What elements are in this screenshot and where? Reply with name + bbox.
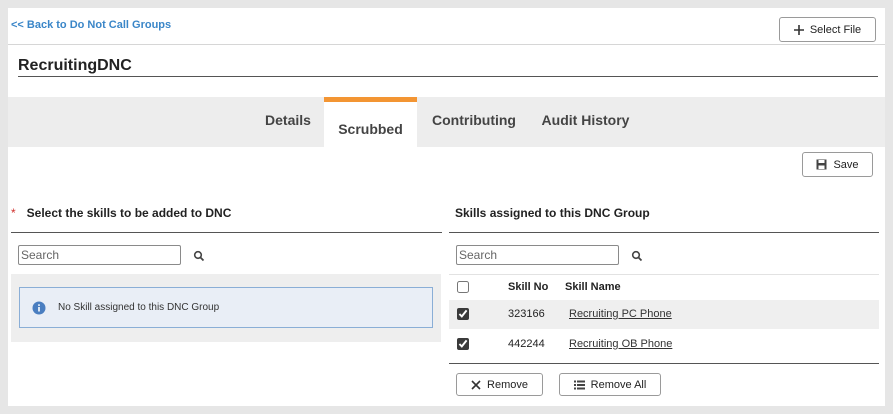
tab-scrubbed[interactable]: Scrubbed: [324, 97, 417, 147]
assigned-skills-heading: Skills assigned to this DNC Group: [455, 206, 650, 220]
left-heading-divider: [11, 232, 442, 233]
tab-audit-history[interactable]: Audit History: [533, 97, 638, 147]
available-skills-heading: * Select the skills to be added to DNC: [11, 206, 231, 220]
select-all-checkbox[interactable]: [457, 281, 469, 293]
empty-skills-info-box: No Skill assigned to this DNC Group: [19, 287, 433, 328]
available-skills-heading-text: Select the skills to be added to DNC: [26, 206, 232, 220]
remove-all-button[interactable]: Remove All: [559, 373, 661, 396]
skill-no-cell: 442244: [508, 338, 545, 350]
skill-no-cell: 323166: [508, 308, 545, 320]
save-button[interactable]: Save: [802, 152, 873, 177]
tab-bar: Details Scrubbed Contributing Audit Hist…: [8, 97, 885, 147]
skill-name-link[interactable]: Recruiting OB Phone: [569, 338, 672, 350]
row-checkbox[interactable]: [457, 338, 469, 350]
assigned-skills-search-input[interactable]: [456, 245, 619, 265]
table-top-divider: [449, 274, 879, 275]
tab-details[interactable]: Details: [253, 97, 323, 147]
tab-contributing[interactable]: Contributing: [419, 97, 529, 147]
right-heading-divider: [449, 232, 879, 233]
row-checkbox[interactable]: [457, 308, 469, 320]
required-marker: *: [11, 206, 16, 220]
select-file-label: Select File: [809, 23, 862, 36]
remove-button[interactable]: Remove: [456, 373, 543, 396]
page-container: << Back to Do Not Call Groups Select Fil…: [8, 8, 885, 406]
remove-all-label: Remove All: [590, 378, 647, 391]
header-divider: [8, 44, 885, 45]
table-row: 442244 Recruiting OB Phone: [449, 330, 879, 359]
search-icon[interactable]: [631, 250, 643, 262]
title-divider: [18, 76, 878, 77]
available-skills-panel: No Skill assigned to this DNC Group: [11, 274, 441, 342]
column-header-skill-no: Skill No: [508, 281, 549, 293]
close-icon: [471, 379, 481, 390]
page-title: RecruitingDNC: [18, 57, 132, 74]
remove-label: Remove: [487, 378, 528, 391]
back-to-dnc-groups-link[interactable]: << Back to Do Not Call Groups: [11, 19, 171, 31]
search-icon[interactable]: [193, 250, 205, 262]
available-skills-search-input[interactable]: [18, 245, 181, 265]
plus-icon: [793, 24, 804, 35]
empty-skills-message: No Skill assigned to this DNC Group: [58, 302, 220, 313]
skill-name-link[interactable]: Recruiting PC Phone: [569, 308, 672, 320]
table-row: 323166 Recruiting PC Phone: [449, 300, 879, 329]
list-icon: [573, 380, 585, 389]
save-label: Save: [833, 158, 859, 171]
table-bottom-divider: [449, 363, 879, 364]
info-icon: [32, 301, 46, 314]
floppy-disk-icon: [816, 159, 827, 170]
column-header-skill-name: Skill Name: [565, 281, 621, 293]
select-file-button[interactable]: Select File: [779, 17, 876, 42]
